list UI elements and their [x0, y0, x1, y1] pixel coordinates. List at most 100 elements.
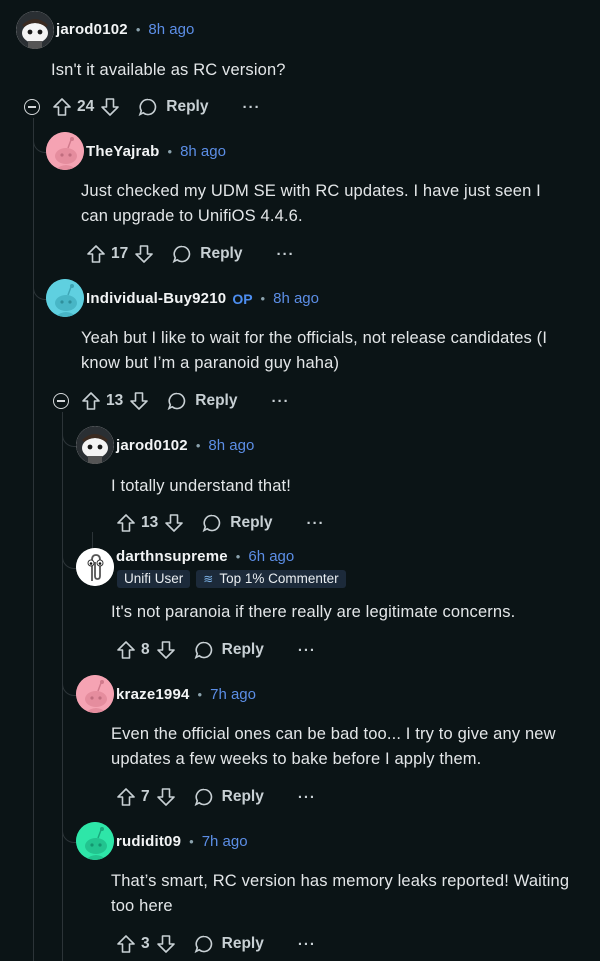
timestamp[interactable]: 8h ago	[273, 289, 319, 309]
avatar[interactable]	[46, 279, 84, 317]
comment-body: Isn't it available as RC version?	[51, 61, 286, 79]
avatar[interactable]	[16, 11, 54, 49]
timestamp[interactable]: 7h ago	[202, 832, 248, 852]
reply-label: Reply	[200, 245, 243, 262]
more-options-icon[interactable]: ···	[298, 642, 316, 659]
username[interactable]: jarod0102	[116, 436, 188, 456]
vote-score: 8	[141, 641, 150, 658]
user-flairs: Unifi User ≋ Top 1% Commenter	[117, 570, 352, 588]
snoo-avatar-icon	[46, 279, 84, 317]
reply-label: Reply	[221, 788, 264, 805]
upvote-icon[interactable]	[116, 640, 136, 660]
username[interactable]: rudidit09	[116, 832, 181, 852]
reply-label: Reply	[221, 935, 264, 952]
username[interactable]: Individual-Buy9210	[86, 289, 226, 309]
avatar[interactable]	[76, 675, 114, 713]
more-options-icon[interactable]: ···	[306, 515, 324, 532]
comment-actions: 24 Reply ···	[24, 93, 260, 121]
top-commenter-flair: ≋ Top 1% Commenter	[196, 570, 346, 588]
avatar[interactable]	[76, 822, 114, 860]
username[interactable]: darthnsupreme	[116, 547, 228, 567]
separator-dot: •	[197, 687, 203, 702]
upvote-icon[interactable]	[81, 391, 101, 411]
downvote-icon[interactable]	[164, 513, 184, 533]
collapse-icon[interactable]	[24, 99, 40, 115]
reply-button[interactable]: Reply	[172, 244, 242, 264]
username[interactable]: jarod0102	[56, 20, 128, 40]
timestamp[interactable]: 8h ago	[148, 20, 194, 40]
reply-label: Reply	[230, 514, 273, 531]
snoo-avatar-icon	[76, 822, 114, 860]
comment-actions: 3 Reply ···	[116, 930, 316, 958]
comment-actions: 8 Reply ···	[116, 636, 316, 664]
comment-meta: kraze1994 • 7h ago	[116, 685, 256, 705]
downvote-icon[interactable]	[156, 934, 176, 954]
comment-actions: 13 Reply ···	[53, 387, 289, 415]
reply-button[interactable]: Reply	[194, 640, 264, 660]
comment-actions: 7 Reply ···	[116, 783, 316, 811]
comment-meta: TheYajrab • 8h ago	[86, 142, 226, 162]
timestamp[interactable]: 7h ago	[210, 685, 256, 705]
flair-label: Top 1% Commenter	[219, 571, 339, 586]
separator-dot: •	[235, 549, 241, 564]
speech-bubble-icon	[138, 98, 157, 117]
username[interactable]: TheYajrab	[86, 142, 160, 162]
vote-score: 17	[111, 245, 129, 262]
downvote-icon[interactable]	[100, 97, 120, 117]
speech-bubble-icon	[172, 245, 191, 264]
username[interactable]: kraze1994	[116, 685, 190, 705]
upvote-icon[interactable]	[52, 97, 72, 117]
vote-score: 3	[141, 935, 150, 952]
speech-bubble-icon	[194, 935, 212, 954]
reply-button[interactable]: Reply	[202, 513, 272, 533]
comment-meta: rudidit09 • 7h ago	[116, 832, 248, 852]
downvote-icon[interactable]	[156, 787, 176, 807]
comment-actions: 13 Reply ···	[116, 509, 324, 537]
reply-button[interactable]: Reply	[194, 787, 264, 807]
upvote-icon[interactable]	[116, 513, 136, 533]
avatar[interactable]	[76, 548, 114, 586]
op-badge: OP	[232, 291, 253, 307]
speech-bubble-icon	[167, 392, 186, 411]
reply-label: Reply	[221, 641, 264, 658]
reply-button[interactable]: Reply	[167, 391, 237, 411]
reply-button[interactable]: Reply	[194, 934, 264, 954]
comment-body: Just checked my UDM SE with RC updates. …	[81, 182, 541, 225]
more-options-icon[interactable]: ···	[271, 393, 289, 410]
upvote-icon[interactable]	[116, 787, 136, 807]
timestamp[interactable]: 6h ago	[248, 547, 294, 567]
more-options-icon[interactable]: ···	[298, 936, 316, 953]
snoo-avatar-icon	[46, 132, 84, 170]
top-commenter-icon: ≋	[203, 572, 214, 586]
timestamp[interactable]: 8h ago	[180, 142, 226, 162]
more-options-icon[interactable]: ···	[242, 99, 260, 116]
comment-body: That’s smart, RC version has memory leak…	[111, 872, 570, 915]
vote-score: 13	[106, 392, 124, 409]
comment-meta: darthnsupreme • 6h ago	[116, 547, 294, 567]
comment-body: It's not paranoia if there really are le…	[111, 603, 516, 621]
separator-dot: •	[260, 291, 266, 306]
downvote-icon[interactable]	[129, 391, 149, 411]
comment-body: I totally understand that!	[111, 477, 292, 495]
more-options-icon[interactable]: ···	[298, 789, 316, 806]
downvote-icon[interactable]	[134, 244, 154, 264]
separator-dot: •	[195, 438, 201, 453]
avatar[interactable]	[46, 132, 84, 170]
speech-bubble-icon	[194, 788, 212, 807]
thread-line-1[interactable]	[33, 118, 34, 961]
avatar[interactable]	[76, 426, 114, 464]
comment-body: Even the official ones can be bad too...…	[111, 725, 556, 768]
snoo-avatar-icon	[16, 11, 54, 49]
snoo-avatar-icon	[76, 426, 114, 464]
upvote-icon[interactable]	[86, 244, 106, 264]
comment-actions: 17 Reply ···	[86, 240, 294, 268]
downvote-icon[interactable]	[156, 640, 176, 660]
timestamp[interactable]: 8h ago	[208, 436, 254, 456]
more-options-icon[interactable]: ···	[276, 246, 294, 263]
reply-label: Reply	[195, 392, 238, 409]
comment-meta: jarod0102 • 8h ago	[116, 436, 254, 456]
upvote-icon[interactable]	[116, 934, 136, 954]
separator-dot: •	[189, 834, 194, 849]
collapse-icon[interactable]	[53, 393, 69, 409]
reply-button[interactable]: Reply	[138, 97, 208, 117]
